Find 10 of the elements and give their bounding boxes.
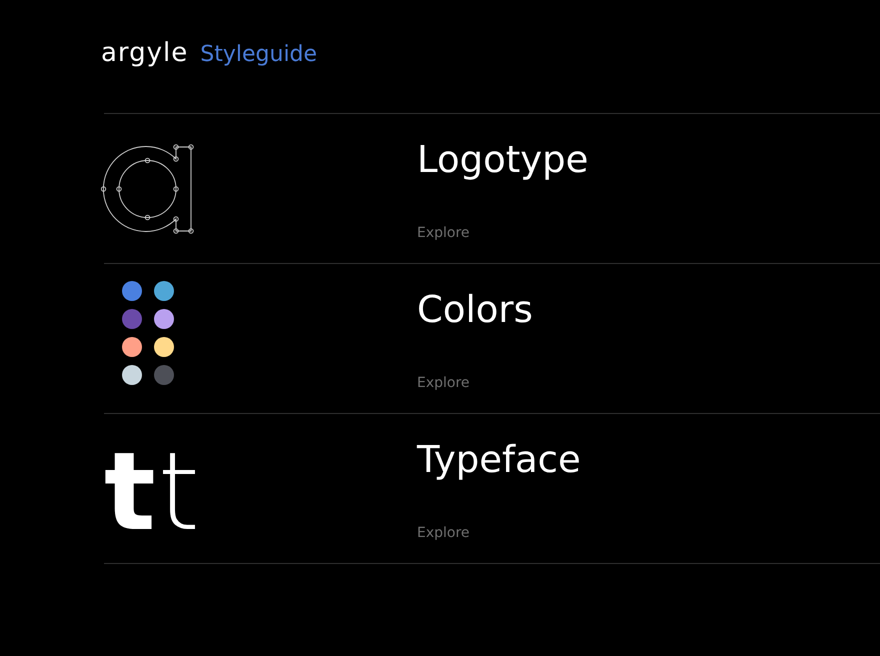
section-title: Logotype xyxy=(417,138,588,182)
explore-link[interactable]: Explore xyxy=(417,375,470,392)
explore-link[interactable]: Explore xyxy=(417,225,470,242)
section-title: Typeface xyxy=(417,438,581,482)
site-title: Styleguide xyxy=(200,42,318,67)
explore-link[interactable]: Explore xyxy=(417,525,470,542)
brand-logo[interactable]: argyle xyxy=(101,39,188,69)
section-title: Colors xyxy=(417,288,533,332)
specimen-glyph: t xyxy=(158,439,200,547)
specimen-glyph: t xyxy=(104,439,156,547)
